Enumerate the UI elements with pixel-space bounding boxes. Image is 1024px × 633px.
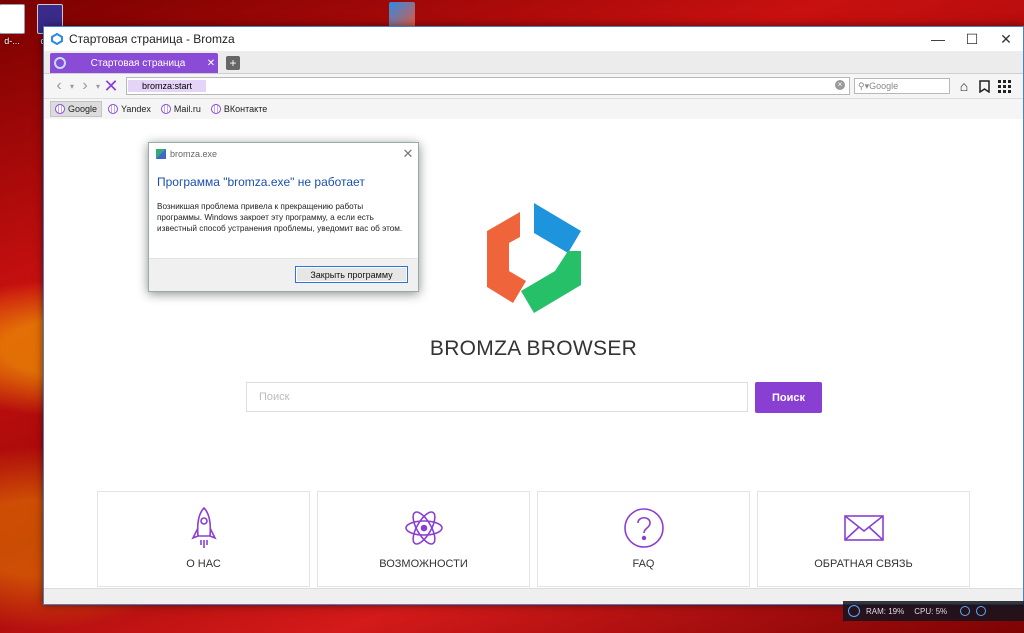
tab-strip: Стартовая страница ✕ + [44,51,1023,74]
add-icon[interactable] [976,606,987,616]
bookmark-google[interactable]: Google [50,101,103,117]
card-features[interactable]: ВОЗМОЖНОСТИ [317,491,530,587]
envelope-icon [843,515,884,541]
app-icon [156,149,166,159]
window-title: Стартовая страница - Bromza [69,32,235,46]
title-bar: Стартовая страница - Bromza — ☐ ✕ [44,27,1023,51]
bookmark-icon[interactable] [974,76,994,96]
bookmark-label: Mail.ru [173,104,201,114]
card-feedback[interactable]: ОБРАТНАЯ СВЯЗЬ [757,491,970,587]
rocket-icon [190,506,217,548]
address-text[interactable]: bromza:start [128,80,207,92]
new-tab-button[interactable]: + [226,56,240,70]
ram-usage: RAM: 19% [866,606,905,616]
bookmark-label: ВКонтакте [223,104,268,114]
tab-close-icon[interactable]: ✕ [204,58,218,69]
close-program-button[interactable]: Закрыть программу [295,266,408,283]
bookmark-vkontakte[interactable]: ВКонтакте [207,102,271,116]
info-cards: О НАС ВОЗМОЖНОСТИ FAQ ОБРАТНАЯ СВЯЗЬ [97,491,970,587]
tab-label: Стартовая страница [90,57,186,69]
tab-favicon-icon [54,57,66,69]
stop-icon[interactable]: ✕ [102,76,120,96]
bookmark-label: Google [68,104,98,114]
back-arrow-icon[interactable]: ‹ [50,76,68,96]
address-bar[interactable]: bromza:start × [126,77,850,95]
globe-icon [210,104,221,114]
bromza-large-logo-icon [487,203,581,313]
error-dialog: bromza.exe ✕ Программа "bromza.exe" не р… [148,142,419,292]
bookmark-label: Yandex [121,104,151,114]
dialog-title-bar: bromza.exe ✕ [149,143,418,165]
card-label: О НАС [186,558,221,570]
bromza-app-icon [389,2,415,28]
page-search-button[interactable]: Поиск [755,382,822,413]
dialog-title: bromza.exe [170,149,218,159]
tab-start-page[interactable]: Стартовая страница ✕ [50,53,218,73]
search-engine-box[interactable]: ⚲▾ Google [854,78,950,94]
card-about[interactable]: О НАС [97,491,310,587]
back-history-dropdown-icon[interactable]: ▾ [68,76,76,96]
file-icon [0,4,25,34]
card-label: ВОЗМОЖНОСТИ [379,558,468,570]
minimize-button[interactable]: — [921,27,955,51]
card-label: ОБРАТНАЯ СВЯЗЬ [814,558,913,570]
question-icon [623,508,664,548]
maximize-button[interactable]: ☐ [955,27,989,51]
monitor-ring-icon[interactable] [848,605,860,617]
atom-icon [404,511,443,545]
dialog-close-icon[interactable]: ✕ [398,146,418,162]
apps-grid-icon[interactable] [994,76,1014,96]
globe-icon [108,104,119,114]
dialog-footer: Закрыть программу [149,258,418,291]
card-label: FAQ [632,558,655,570]
browser-window: Стартовая страница - Bromza — ☐ ✕ Старто… [43,26,1024,605]
dialog-message: Возникшая проблема привела к прекращению… [157,202,403,233]
page-search-input[interactable]: Поиск [246,382,748,412]
card-faq[interactable]: FAQ [537,491,750,587]
bromza-logo-icon [51,33,63,45]
search-icon: ⚲▾ [858,80,870,91]
bookmark-mailru[interactable]: Mail.ru [157,102,205,116]
search-placeholder: Google [869,81,899,91]
dialog-heading: Программа "bromza.exe" не работает [157,175,365,189]
forward-arrow-icon[interactable]: › [76,76,94,96]
system-monitor-widget: RAM: 19% CPU: 5% [843,601,1024,621]
home-icon[interactable]: ⌂ [954,76,974,96]
forward-history-dropdown-icon[interactable]: ▾ [94,76,102,96]
close-window-button[interactable]: ✕ [989,27,1023,51]
bookmarks-bar: Google Yandex Mail.ru ВКонтакте [44,99,1023,120]
address-clear-icon[interactable]: × [835,80,845,90]
globe-icon [160,104,171,114]
cpu-usage: CPU: 5% [914,606,948,616]
bookmark-yandex[interactable]: Yandex [104,102,155,116]
navigation-bar: ‹ ▾ › ▾ ✕ bromza:start × ⚲▾ Google ⌂ [44,74,1023,99]
brand-title: BROMZA BROWSER [429,337,638,360]
globe-icon [55,104,65,114]
gauge-icon[interactable] [960,606,971,616]
